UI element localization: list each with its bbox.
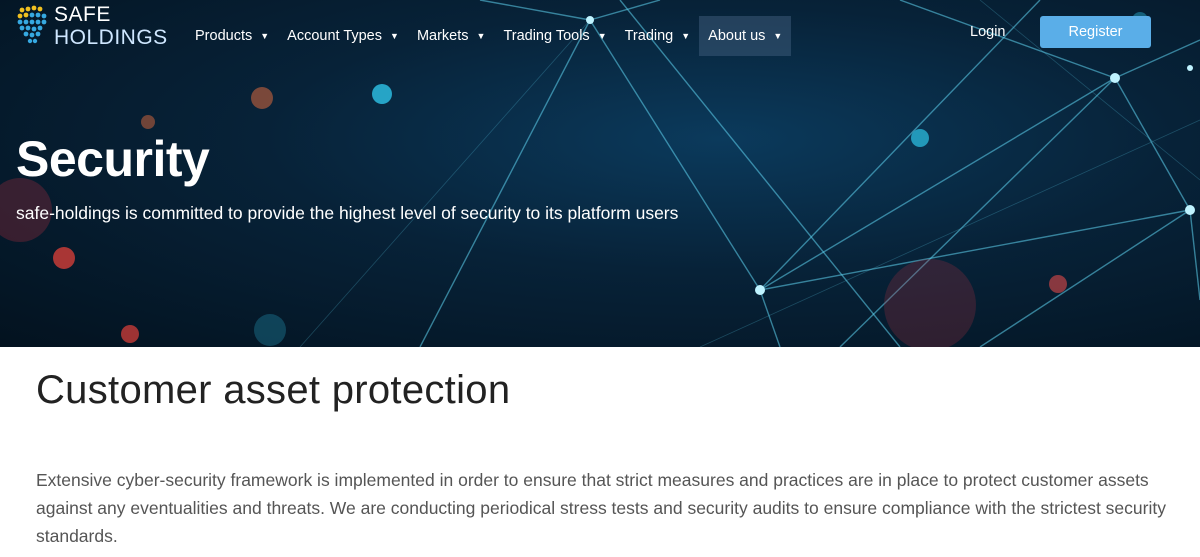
nav-item-trading-tools[interactable]: Trading Tools ▼	[494, 16, 615, 56]
section-body-text: Extensive cyber-security framework is im…	[36, 470, 1166, 546]
caret-down-icon: ▼	[773, 31, 783, 41]
main-nav: Products ▼ Account Types ▼ Markets ▼ Tra…	[186, 16, 792, 56]
hero-subtitle: safe-holdings is committed to provide th…	[16, 203, 679, 223]
page-title: Security	[16, 131, 210, 187]
caret-down-icon: ▼	[597, 31, 607, 41]
brand-logo[interactable]: SAFE HOLDINGS	[16, 4, 168, 48]
register-button[interactable]: Register	[1040, 16, 1151, 48]
nav-item-trading[interactable]: Trading ▼	[616, 16, 700, 56]
nav-item-about-us[interactable]: About us ▼	[699, 16, 792, 56]
nav-item-label: Markets	[416, 28, 469, 44]
nav-item-account-types[interactable]: Account Types ▼	[278, 16, 408, 56]
logo-text-line2: HOLDINGS	[54, 26, 168, 49]
nav-item-label: Trading Tools	[503, 28, 590, 44]
caret-down-icon: ▼	[390, 31, 399, 41]
nav-item-products[interactable]: Products ▼	[186, 16, 278, 56]
nav-item-label: Account Types	[287, 28, 383, 44]
caret-down-icon: ▼	[681, 31, 691, 41]
nav-item-label: Trading	[624, 28, 674, 44]
logo-mark-icon	[17, 5, 47, 44]
logo-text-line1: SAFE	[54, 3, 111, 26]
logo-text: SAFE HOLDINGS	[54, 4, 168, 48]
login-link[interactable]: Login	[970, 24, 1005, 40]
caret-down-icon: ▼	[260, 31, 270, 41]
section-heading: Customer asset protection	[36, 368, 511, 412]
nav-item-label: About us	[708, 28, 766, 44]
nav-item-markets[interactable]: Markets ▼	[408, 16, 495, 56]
hero-banner: SAFE HOLDINGS Products ▼ Account Types ▼…	[0, 0, 1200, 347]
caret-down-icon: ▼	[476, 31, 486, 41]
nav-item-label: Products	[195, 28, 253, 44]
